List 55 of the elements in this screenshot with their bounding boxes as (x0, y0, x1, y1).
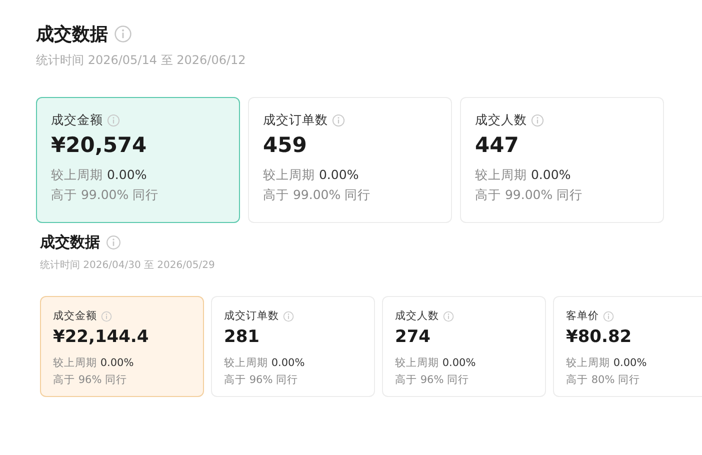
peer-rank: 高于 99.00% 同行 (263, 186, 372, 204)
metric-value: ¥20,574 (51, 133, 148, 157)
peer-rank: 高于 96% 同行 (395, 372, 470, 388)
compare-value: 0.00% (100, 357, 134, 369)
metric-label: 成交人数 (475, 112, 527, 129)
metric-card[interactable]: 成交人数 447 较上周期 0.00% 高于 99.00% 同行 (460, 97, 664, 223)
peer-rank: 高于 99.00% 同行 (475, 186, 584, 204)
info-icon (114, 25, 132, 43)
period-text: 统计时间 2026/05/14 至 2026/06/12 (36, 52, 247, 69)
info-icon (531, 114, 544, 127)
peer-rank: 高于 96% 同行 (224, 372, 300, 388)
metric-label: 成交金额 (53, 309, 97, 323)
metric-card[interactable]: 成交人数 274 较上周期 0.00% 高于 96% 同行 (382, 296, 546, 397)
metric-label: 成交订单数 (224, 309, 279, 323)
metric-card[interactable]: 成交金额 ¥20,574 较上周期 0.00% 高于 99.00% 同行 (36, 97, 240, 223)
section-title: 成交数据 (40, 233, 100, 252)
metric-value: 281 (224, 327, 260, 347)
metric-label: 成交金额 (51, 112, 103, 129)
info-icon (283, 310, 294, 322)
metric-card[interactable]: 成交订单数 281 较上周期 0.00% 高于 96% 同行 (211, 296, 375, 397)
compare-value: 0.00% (442, 357, 476, 369)
peer-rank: 高于 96% 同行 (53, 372, 128, 388)
compare-value: 0.00% (106, 167, 147, 182)
metric-value: 447 (475, 133, 520, 157)
metric-card[interactable]: 客单价 ¥80.82 较上周期 0.00% 高于 80% 同行 (553, 296, 702, 397)
metric-value: 274 (395, 327, 432, 347)
peer-rank: 高于 80% 同行 (566, 372, 642, 388)
compare-label: 较上周期 (475, 167, 527, 182)
compare-label: 较上周期 (51, 167, 103, 182)
metric-label: 客单价 (566, 309, 599, 323)
compare-label: 较上周期 (224, 357, 268, 369)
period-text: 统计时间 2026/04/30 至 2026/05/29 (40, 258, 216, 272)
section-title: 成交数据 (36, 23, 108, 46)
compare-value: 0.00% (318, 167, 359, 182)
compare-label: 较上周期 (395, 357, 439, 369)
metric-card[interactable]: 成交金额 ¥22,144.4 较上周期 0.00% 高于 96% 同行 (40, 296, 204, 397)
compare-label: 较上周期 (566, 357, 610, 369)
metric-value: 459 (263, 133, 308, 157)
compare-value: 0.00% (271, 357, 305, 369)
info-icon (101, 310, 112, 322)
metric-value: ¥80.82 (566, 327, 633, 347)
compare-value: 0.00% (530, 167, 571, 182)
peer-rank: 高于 99.00% 同行 (51, 186, 160, 204)
info-icon (443, 310, 454, 322)
metric-card[interactable]: 成交订单数 459 较上周期 0.00% 高于 99.00% 同行 (248, 97, 452, 223)
compare-label: 较上周期 (263, 167, 315, 182)
info-icon (603, 310, 614, 322)
metric-label: 成交人数 (395, 309, 439, 323)
compare-value: 0.00% (613, 357, 647, 369)
metric-value: ¥22,144.4 (53, 327, 150, 347)
info-icon (107, 114, 120, 127)
metric-label: 成交订单数 (263, 112, 328, 129)
info-icon (106, 235, 121, 250)
compare-label: 较上周期 (53, 357, 97, 369)
info-icon (332, 114, 345, 127)
